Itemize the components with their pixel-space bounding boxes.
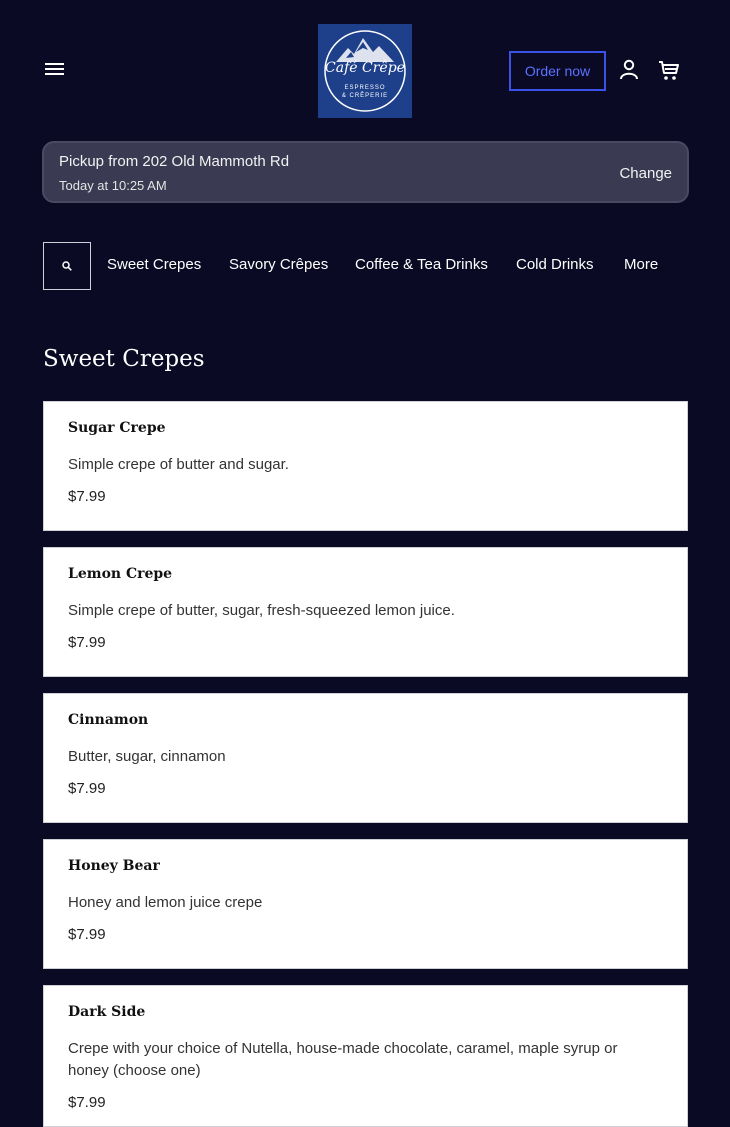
category-sweet-crepes[interactable]: Sweet Crepes	[107, 256, 201, 273]
menu-item-description: Butter, sugar, cinnamon	[68, 748, 226, 765]
user-icon[interactable]	[619, 59, 639, 81]
order-now-button[interactable]: Order now	[509, 51, 606, 91]
pickup-location: Pickup from 202 Old Mammoth Rd	[59, 153, 290, 170]
menu-item-card[interactable]: Cinnamon Butter, sugar, cinnamon $7.99	[43, 693, 688, 823]
logo-tagline-2: & CRÊPERIE	[341, 93, 389, 99]
menu-icon[interactable]	[44, 60, 66, 80]
menu-item-name: Cinnamon	[68, 712, 149, 728]
pickup-time: Today at 10:25 AM	[59, 178, 167, 193]
menu-item-description: Simple crepe of butter and sugar.	[68, 456, 289, 473]
menu-item-card[interactable]: Sugar Crepe Simple crepe of butter and s…	[43, 401, 688, 531]
menu-item-description: Crepe with your choice of Nutella, house…	[68, 1040, 618, 1079]
site-header: Café Crêpe ESPRESSO & CRÊPERIE Order now	[0, 0, 730, 140]
logo-tagline-1: ESPRESSO	[344, 85, 386, 91]
menu-item-card[interactable]: Honey Bear Honey and lemon juice crepe $…	[43, 839, 688, 969]
menu-item-name: Lemon Crepe	[68, 566, 173, 582]
category-cold-drinks[interactable]: Cold Drinks	[516, 256, 594, 273]
menu-item-price: $7.99	[68, 634, 106, 651]
category-savory-crepes[interactable]: Savory Crêpes	[229, 256, 328, 273]
category-more[interactable]: More	[624, 256, 658, 273]
menu-item-price: $7.99	[68, 1094, 106, 1111]
pickup-bar[interactable]: Pickup from 202 Old Mammoth Rd Today at …	[42, 141, 689, 203]
menu-item-name: Sugar Crepe	[68, 420, 166, 436]
menu-search-button[interactable]	[43, 242, 91, 290]
menu-item-description: Honey and lemon juice crepe	[68, 894, 263, 911]
menu-item-name: Dark Side	[68, 1004, 146, 1020]
menu-item-price: $7.99	[68, 488, 106, 505]
logo-name: Café Crêpe	[325, 60, 405, 76]
cart-icon[interactable]	[657, 58, 681, 82]
section-title: Sweet Crepes	[43, 346, 205, 372]
menu-item-price: $7.99	[68, 780, 106, 797]
change-pickup-button[interactable]: Change	[619, 165, 672, 182]
menu-item-price: $7.99	[68, 926, 106, 943]
menu-item-card[interactable]: Lemon Crepe Simple crepe of butter, suga…	[43, 547, 688, 677]
menu-item-card[interactable]: Dark Side Crepe with your choice of Nute…	[43, 985, 688, 1127]
menu-item-name: Honey Bear	[68, 858, 160, 874]
menu-item-description: Simple crepe of butter, sugar, fresh-squ…	[68, 602, 455, 619]
cafe-logo[interactable]: Café Crêpe ESPRESSO & CRÊPERIE	[318, 24, 412, 118]
search-icon	[62, 261, 72, 271]
category-coffee-tea-drinks[interactable]: Coffee & Tea Drinks	[355, 256, 488, 273]
